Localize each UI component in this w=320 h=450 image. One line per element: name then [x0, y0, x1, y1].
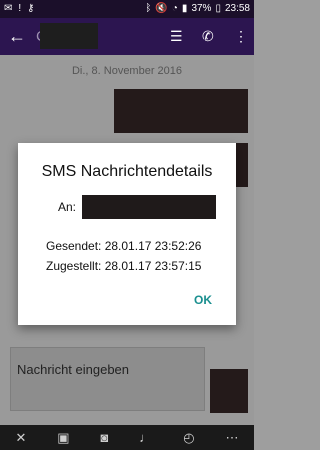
- sent-timestamp: Gesendet: 28.01.17 23:52:26: [46, 239, 202, 253]
- redacted-recipient: [82, 195, 216, 219]
- ok-button[interactable]: OK: [194, 293, 212, 307]
- to-label: An:: [58, 200, 77, 214]
- sms-details-dialog: SMS Nachrichtendetails An: Gesendet: 28.…: [18, 143, 236, 325]
- dialog-title: SMS Nachrichtendetails: [41, 163, 213, 180]
- delivered-timestamp: Zugestellt: 28.01.17 23:57:15: [46, 259, 202, 273]
